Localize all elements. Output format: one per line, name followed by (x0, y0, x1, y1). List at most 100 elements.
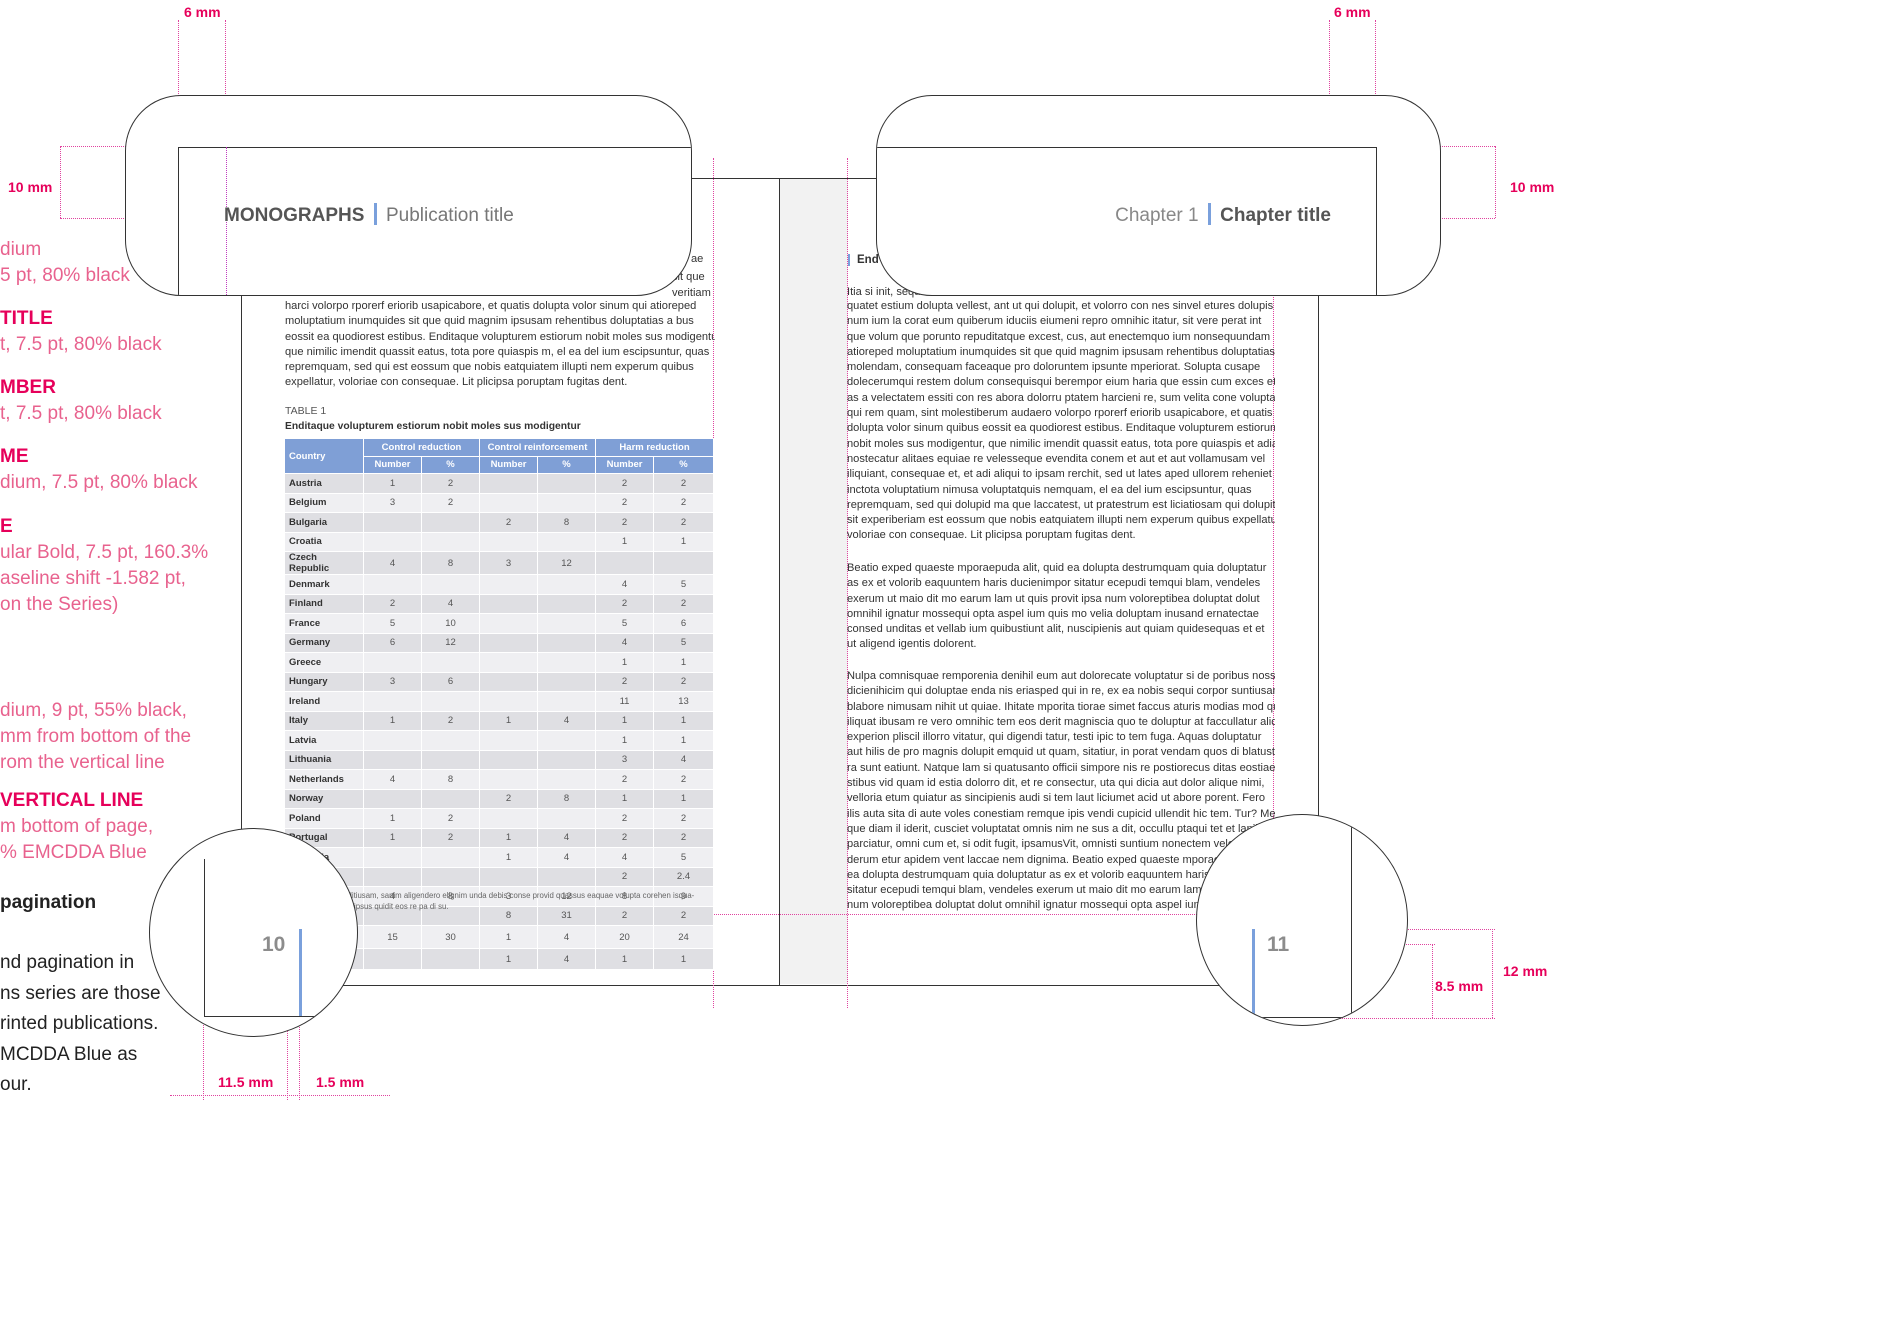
value-cell: 2 (595, 671, 655, 692)
dim-bottom-left: 11.5 mm (218, 1074, 274, 1090)
country-cell: Czech Republic (284, 551, 364, 575)
value-cell: 6 (653, 613, 715, 634)
value-cell: 1 (363, 710, 422, 731)
guide-dim-left (60, 146, 61, 218)
value-cell: 1 (479, 827, 539, 848)
value-cell (420, 512, 481, 533)
value-cell: 2 (653, 827, 715, 848)
country-cell: Norway (284, 788, 364, 809)
callout-right-rule (877, 147, 1376, 148)
value-cell: 31 (537, 905, 597, 926)
value-cell (479, 492, 539, 513)
callout-left-rule (178, 147, 691, 148)
group-harm-reduction: Harm reduction (595, 438, 715, 457)
dim-right-margin: 10 mm (1510, 179, 1555, 195)
value-cell: 1 (595, 730, 655, 751)
table-row: Denmark 4 5 (284, 574, 715, 595)
spec-5: Eular Bold, 7.5 pt, 160.3% aseline shift … (0, 516, 209, 615)
header-divider (373, 203, 377, 225)
series-name: MONOGRAPHS (224, 205, 365, 226)
value-cell: 2 (595, 512, 655, 533)
value-cell (537, 613, 597, 634)
value-cell: 4 (537, 847, 597, 868)
value-cell: 2 (653, 473, 715, 494)
value-cell: 2 (420, 492, 481, 513)
table-row: Germany 6 12 4 5 (284, 632, 715, 653)
value-cell (479, 866, 539, 887)
value-cell: 2 (420, 827, 481, 848)
value-cell (420, 531, 481, 552)
spec-3: MBER t, 7.5 pt, 80% black (0, 377, 162, 424)
dim-left-margin: 10 mm (8, 179, 53, 195)
value-cell: 2 (363, 593, 422, 614)
country-cell: Ireland (284, 691, 364, 712)
value-cell (363, 531, 422, 552)
table-row: Ireland 11 13 (284, 691, 715, 712)
country-cell: Belgium (284, 492, 364, 513)
value-cell (479, 749, 539, 770)
table-row: Croatia 1 1 (284, 531, 715, 552)
value-cell: 4 (537, 827, 597, 848)
value-cell: 1 (595, 531, 655, 552)
spec-7: VERTICAL LINE m bottom of page,% EMCDDA B… (0, 790, 154, 863)
table-row: Italy 1 2 1 4 1 1 (284, 710, 715, 731)
header-callout-right: Chapter 1 Chapter title (876, 95, 1441, 296)
dim-bottom-right-inner: 8.5 mm (1435, 978, 1484, 994)
value-cell: 1 (595, 788, 655, 809)
value-cell: 2 (653, 671, 715, 692)
value-cell: 2 (595, 808, 655, 829)
value-cell (420, 691, 481, 712)
value-cell: 4 (363, 551, 422, 575)
value-cell: 2 (595, 769, 655, 790)
value-cell (479, 769, 539, 790)
value-cell (537, 492, 597, 513)
pagination-line-left (299, 929, 302, 1016)
value-cell (479, 593, 539, 614)
country-cell: Germany (284, 632, 364, 653)
value-cell: 4 (537, 925, 597, 949)
dim-bottom-right-outer: 12 mm (1503, 963, 1548, 979)
country-cell: France (284, 613, 364, 634)
dim-top-left: 6 mm (184, 4, 221, 20)
value-cell: 2 (653, 492, 715, 513)
value-cell: 4 (537, 710, 597, 731)
value-cell: 4 (363, 769, 422, 790)
table-row: Lithuania 3 4 (284, 749, 715, 770)
table-row: Portugal 1 2 1 4 2 2 (284, 827, 715, 848)
value-cell (479, 808, 539, 829)
page-number-right: 11 (1267, 933, 1290, 956)
group-control-reduction: Control reduction (362, 438, 481, 457)
table-row: Bulgaria 2 8 2 2 (284, 512, 715, 533)
value-cell: 3 (363, 492, 422, 513)
value-cell: 8 (537, 512, 597, 533)
value-cell (363, 749, 422, 770)
value-cell: 4 (420, 593, 481, 614)
value-cell (420, 788, 481, 809)
value-cell (420, 866, 481, 887)
callout-left-marker (178, 147, 227, 295)
country-cell: Poland (284, 808, 364, 829)
country-cell: Italy (284, 710, 364, 731)
value-cell: 2 (653, 593, 715, 614)
group-control-reinforcement: Control reinforcement (479, 438, 597, 457)
value-cell (537, 730, 597, 751)
country-cell: Croatia (284, 531, 364, 552)
pagination-text: nd pagination in ns series are those rin… (0, 952, 161, 1095)
callout-right-edge (1376, 147, 1377, 295)
value-cell: 1 (479, 925, 539, 949)
value-cell: 5 (595, 613, 655, 634)
value-cell (479, 730, 539, 751)
sub-header: % (420, 455, 481, 474)
table-row: Poland 1 2 2 2 (284, 808, 715, 829)
left-body-paragraph: harci volorpo rporerf eriorib usapicabor… (285, 300, 715, 389)
table-row: Hungary 3 6 2 2 (284, 671, 715, 692)
page-number-left: 10 (262, 933, 286, 956)
col-country: Country (284, 438, 364, 474)
value-cell (363, 512, 422, 533)
value-cell: 2.4 (653, 866, 715, 887)
running-header-left: MONOGRAPHS Publication title (224, 203, 514, 227)
value-cell (537, 593, 597, 614)
value-cell: 1 (653, 531, 715, 552)
value-cell: 1 (653, 788, 715, 809)
value-cell (479, 652, 539, 673)
